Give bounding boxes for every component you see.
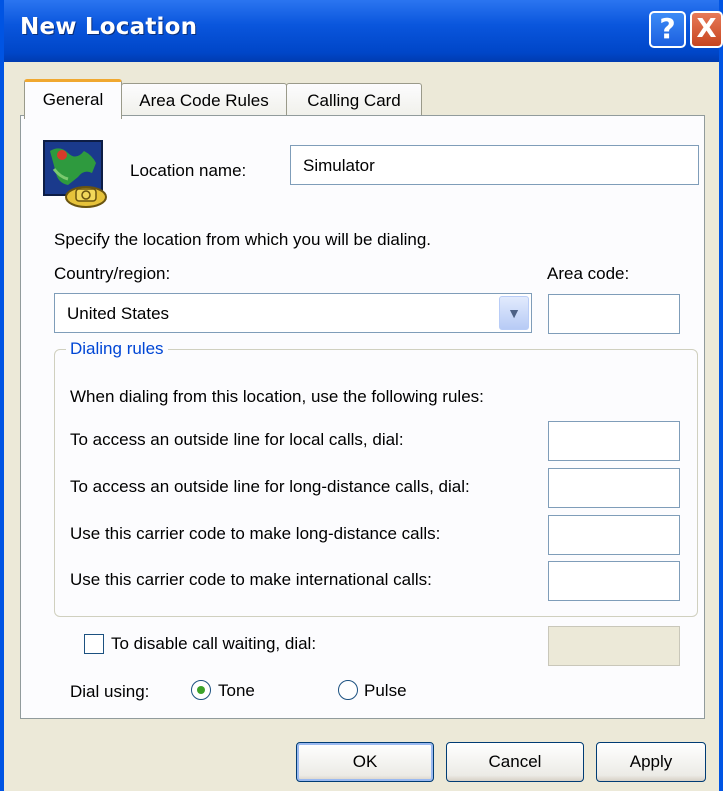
tone-radio[interactable]: [191, 680, 211, 700]
area-code-label: Area code:: [547, 264, 630, 283]
tab-calling-card[interactable]: Calling Card: [286, 83, 422, 117]
long-distance-carrier-label: Use this carrier code to make long-dista…: [70, 524, 441, 543]
location-name-label: Location name:: [130, 161, 247, 180]
instructions-text: Specify the location from which you will…: [54, 230, 432, 249]
title-bar[interactable]: New Location ? X: [4, 0, 723, 62]
call-waiting-code-select: [548, 626, 680, 666]
tone-label[interactable]: Tone: [218, 681, 255, 701]
help-button[interactable]: ?: [649, 11, 686, 48]
country-region-select[interactable]: United States ▼: [54, 293, 532, 333]
map-phone-icon: [43, 140, 107, 208]
chevron-down-icon[interactable]: ▼: [499, 296, 529, 330]
new-location-dialog: New Location ? X General Area Code Rules…: [0, 0, 723, 791]
international-carrier-label: Use this carrier code to make internatio…: [70, 570, 432, 589]
dialing-rules-intro: When dialing from this location, use the…: [70, 387, 484, 406]
ok-button[interactable]: OK: [296, 742, 434, 782]
close-button[interactable]: X: [690, 11, 723, 48]
pulse-radio[interactable]: [338, 680, 358, 700]
location-name-field[interactable]: Simulator: [290, 145, 699, 185]
local-calls-label: To access an outside line for local call…: [70, 430, 404, 449]
dialing-rules-title: Dialing rules: [66, 339, 168, 359]
apply-button[interactable]: Apply: [596, 742, 706, 782]
international-carrier-field[interactable]: [548, 561, 680, 601]
country-region-label: Country/region:: [54, 264, 171, 283]
area-code-field[interactable]: [548, 294, 680, 334]
long-distance-calls-label: To access an outside line for long-dista…: [70, 477, 470, 496]
long-distance-calls-field[interactable]: [548, 468, 680, 508]
cancel-button[interactable]: Cancel: [446, 742, 584, 782]
dial-using-label: Dial using:: [70, 682, 150, 701]
long-distance-carrier-field[interactable]: [548, 515, 680, 555]
disable-call-waiting-checkbox[interactable]: [84, 634, 104, 654]
tab-area-code-rules[interactable]: Area Code Rules: [121, 83, 287, 117]
local-calls-field[interactable]: [548, 421, 680, 461]
radio-selected-dot: [197, 686, 205, 694]
tab-general[interactable]: General: [24, 79, 122, 119]
disable-call-waiting-label[interactable]: To disable call waiting, dial:: [111, 634, 316, 654]
pulse-label[interactable]: Pulse: [364, 681, 407, 701]
window-title: New Location: [20, 14, 198, 40]
country-region-value: United States: [67, 304, 170, 323]
